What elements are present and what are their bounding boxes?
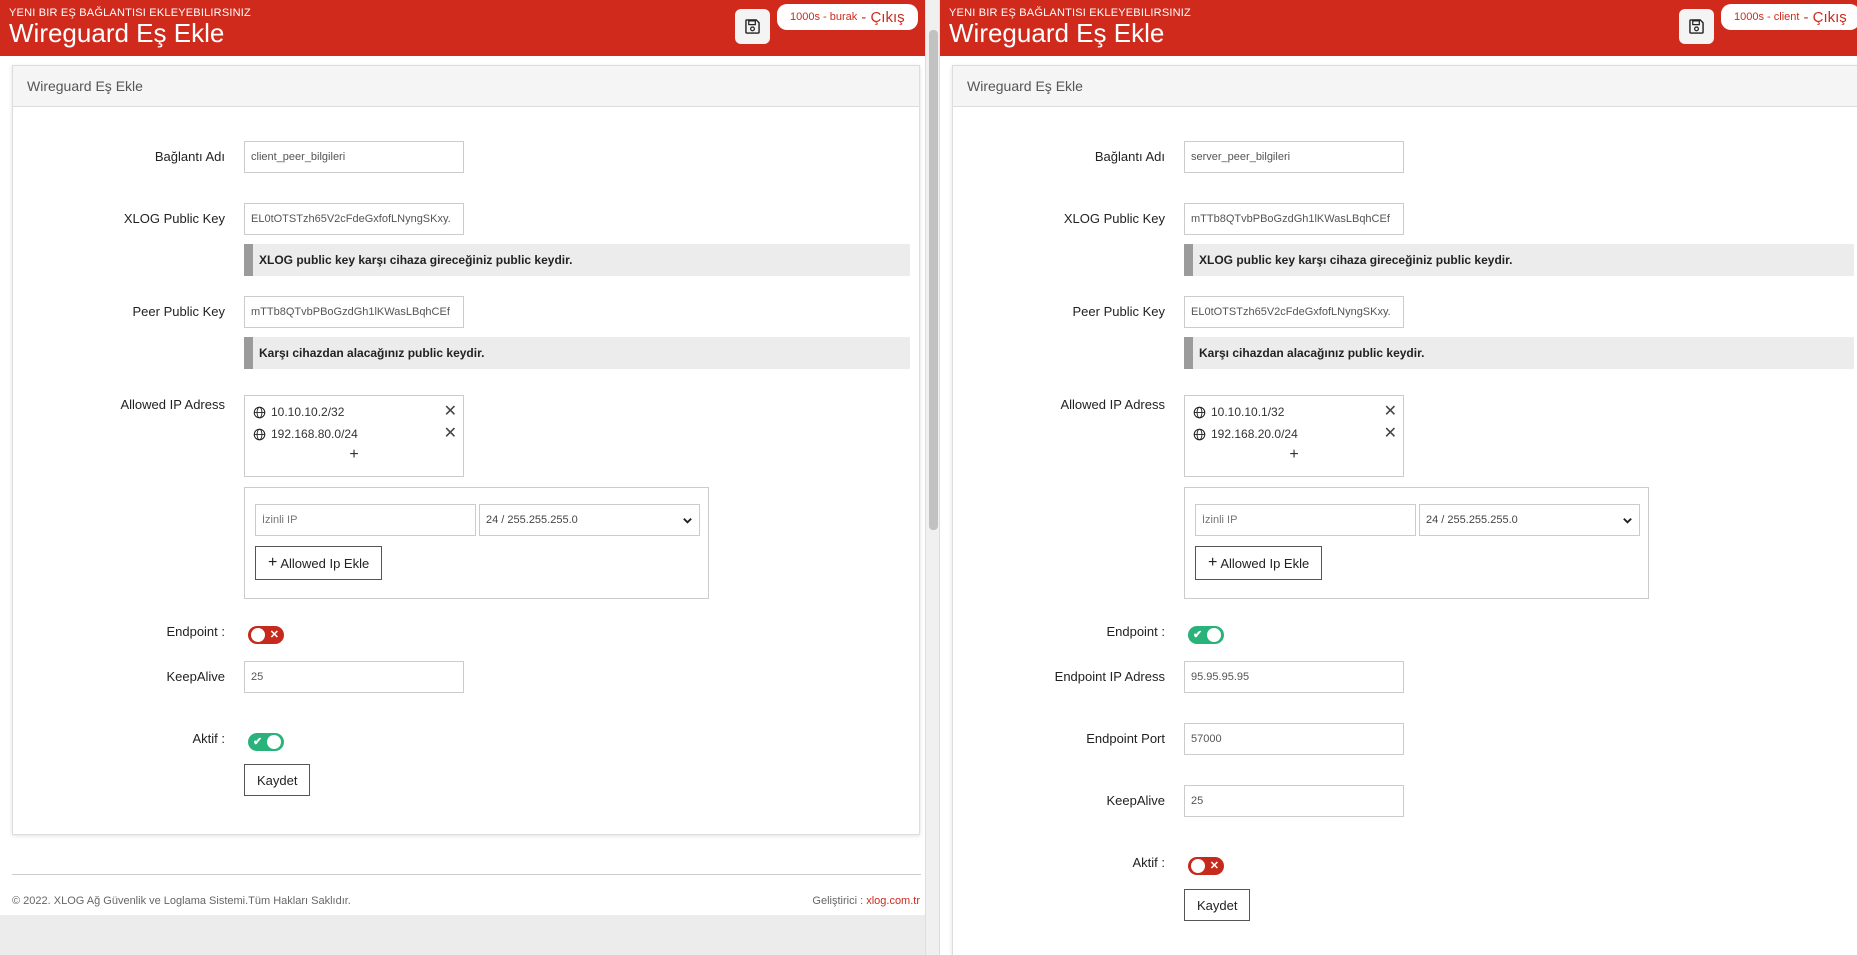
endpoint-label: Endpoint : — [166, 624, 225, 639]
active-label: Aktif : — [1132, 855, 1165, 870]
logout-link[interactable]: - Çıkış — [861, 9, 904, 26]
footer-divider — [12, 874, 921, 875]
right-window: YENI BIR EŞ BAĞLANTISI EKLEYEBILIRSINIZ … — [940, 0, 1857, 955]
endpoint-ip-label: Endpoint IP Adress — [1054, 669, 1165, 684]
active-toggle[interactable]: ✕ — [1188, 857, 1224, 875]
active-label: Aktif : — [192, 731, 225, 746]
card-title: Wireguard Eş Ekle — [953, 66, 1857, 107]
active-toggle[interactable]: ✔ — [248, 733, 284, 751]
list-item: 192.168.20.0/24 ✕ — [1185, 423, 1403, 445]
developer-link[interactable]: xlog.com.tr — [866, 895, 920, 907]
list-item: 10.10.10.2/32 ✕ — [245, 401, 463, 423]
globe-icon — [1193, 406, 1206, 418]
connection-name-label: Bağlantı Adı — [1094, 149, 1165, 164]
logout-link[interactable]: - Çıkış — [1803, 9, 1846, 26]
endpoint-label: Endpoint : — [1106, 624, 1165, 639]
peer-public-key-input[interactable]: EL0tOTSTzh65V2cFdeGxfofLNyngSKxy. — [1184, 296, 1404, 328]
endpoint-port-input[interactable]: 57000 — [1184, 723, 1404, 755]
background-strip — [0, 915, 925, 955]
left-window: YENI BIR EŞ BAĞLANTISI EKLEYEBILIRSINIZ … — [0, 0, 925, 955]
allowed-ip-value: 10.10.10.1/32 — [1211, 405, 1285, 419]
xlog-key-hint: XLOG public key karşı cihaza gireceğiniz… — [244, 244, 910, 276]
allowed-ip-label: Allowed IP Adress — [120, 397, 225, 412]
list-item: 10.10.10.1/32 ✕ — [1185, 401, 1403, 423]
peer-key-hint: Karşı cihazdan alacağınız public keydir. — [1184, 337, 1854, 369]
connection-name-input[interactable]: client_peer_bilgileri — [244, 141, 464, 173]
allowed-ip-input[interactable] — [1195, 504, 1416, 536]
save-config-button[interactable] — [735, 9, 770, 44]
allowed-ip-label: Allowed IP Adress — [1060, 397, 1165, 412]
xlog-key-hint: XLOG public key karşı cihaza gireceğiniz… — [1184, 244, 1854, 276]
developer-credit: Geliştirici : xlog.com.tr — [812, 895, 920, 907]
xlog-public-key-input[interactable]: EL0tOTSTzh65V2cFdeGxfofLNyngSKxy. — [244, 203, 464, 235]
peer-public-key-input[interactable]: mTTb8QTvbPBoGzdGh1lKWasLBqhCEf — [244, 296, 464, 328]
endpoint-toggle[interactable]: ✕ — [248, 626, 284, 644]
xlog-public-key-label: XLOG Public Key — [123, 211, 225, 226]
page-title: Wireguard Eş Ekle — [949, 18, 1165, 48]
floppy-disk-icon — [1689, 19, 1704, 34]
add-allowed-ip-button[interactable]: + Allowed Ip Ekle — [1195, 546, 1323, 580]
xlog-public-key-input[interactable]: mTTb8QTvbPBoGzdGh1lKWasLBqhCEf — [1184, 203, 1404, 235]
page-header: YENI BIR EŞ BAĞLANTISI EKLEYEBILIRSINIZ … — [0, 0, 925, 56]
globe-icon — [253, 406, 266, 418]
subnet-mask-select[interactable]: 24 / 255.255.255.0 — [1419, 504, 1640, 536]
add-ip-box: 24 / 255.255.255.0 +Allowed Ip Ekle — [244, 487, 709, 599]
kaydet-button[interactable]: Kaydet — [244, 764, 311, 796]
connection-name-label: Bağlantı Adı — [154, 149, 225, 164]
add-ip-plus-button[interactable]: + — [245, 446, 463, 464]
peer-public-key-label: Peer Public Key — [132, 304, 226, 319]
subnet-mask-select[interactable]: 24 / 255.255.255.0 — [479, 504, 700, 536]
close-icon[interactable]: ✕ — [1384, 426, 1397, 442]
footer: © 2022. XLOG Ağ Güvenlik ve Loglama Sist… — [12, 895, 920, 907]
endpoint-ip-input[interactable]: 95.95.95.95 — [1184, 661, 1404, 693]
allowed-ip-value: 10.10.10.2/32 — [271, 405, 345, 419]
globe-icon — [1193, 428, 1206, 440]
vertical-scrollbar[interactable] — [925, 0, 940, 955]
save-config-button[interactable] — [1679, 9, 1714, 44]
form-card: Wireguard Eş Ekle Bağlantı Adı client_pe… — [12, 65, 920, 835]
allowed-ip-value: 192.168.80.0/24 — [271, 427, 358, 441]
allowed-ip-input[interactable] — [255, 504, 476, 536]
kaydet-button[interactable]: Kaydet — [1184, 889, 1251, 921]
user-name: 1000s - client — [1734, 11, 1800, 23]
page-header: YENI BIR EŞ BAĞLANTISI EKLEYEBILIRSINIZ … — [940, 0, 1857, 56]
globe-icon — [253, 428, 266, 440]
keepalive-label: KeepAlive — [1106, 793, 1165, 808]
user-menu: 1000s - burak - Çıkış — [777, 4, 918, 30]
add-ip-box: 24 / 255.255.255.0 +Allowed Ip Ekle — [1184, 487, 1649, 599]
plus-icon: + — [268, 554, 278, 571]
floppy-disk-icon — [745, 19, 760, 34]
close-icon[interactable]: ✕ — [444, 426, 457, 442]
page-title: Wireguard Eş Ekle — [9, 18, 225, 48]
plus-icon: + — [1208, 554, 1218, 571]
chevron-down-icon — [683, 517, 692, 524]
list-item: 192.168.80.0/24 ✕ — [245, 423, 463, 445]
keepalive-input[interactable]: 25 — [1184, 785, 1404, 817]
endpoint-toggle[interactable]: ✔ — [1188, 626, 1224, 644]
allowed-ip-list: 10.10.10.2/32 ✕ 192.168.80.0/24 ✕ + — [244, 395, 464, 477]
close-icon[interactable]: ✕ — [1384, 404, 1397, 420]
scrollbar-thumb[interactable] — [929, 30, 938, 530]
keepalive-label: KeepAlive — [166, 669, 225, 684]
card-title: Wireguard Eş Ekle — [13, 66, 919, 107]
endpoint-port-label: Endpoint Port — [1086, 731, 1165, 746]
form-card: Wireguard Eş Ekle Bağlantı Adı server_pe… — [952, 65, 1857, 955]
copyright-text: © 2022. XLOG Ağ Güvenlik ve Loglama Sist… — [12, 895, 351, 907]
peer-public-key-label: Peer Public Key — [1072, 304, 1166, 319]
allowed-ip-list: 10.10.10.1/32 ✕ 192.168.20.0/24 ✕ + — [1184, 395, 1404, 477]
add-allowed-ip-button[interactable]: + Allowed Ip Ekle — [255, 546, 383, 580]
close-icon[interactable]: ✕ — [444, 404, 457, 420]
chevron-down-icon — [1623, 517, 1632, 524]
peer-key-hint: Karşı cihazdan alacağınız public keydir. — [244, 337, 910, 369]
keepalive-input[interactable]: 25 — [244, 661, 464, 693]
xlog-public-key-label: XLOG Public Key — [1063, 211, 1165, 226]
add-ip-plus-button[interactable]: + — [1185, 446, 1403, 464]
user-name: 1000s - burak — [790, 11, 858, 23]
allowed-ip-value: 192.168.20.0/24 — [1211, 427, 1298, 441]
user-menu: 1000s - client - Çıkış — [1721, 4, 1857, 30]
connection-name-input[interactable]: server_peer_bilgileri — [1184, 141, 1404, 173]
